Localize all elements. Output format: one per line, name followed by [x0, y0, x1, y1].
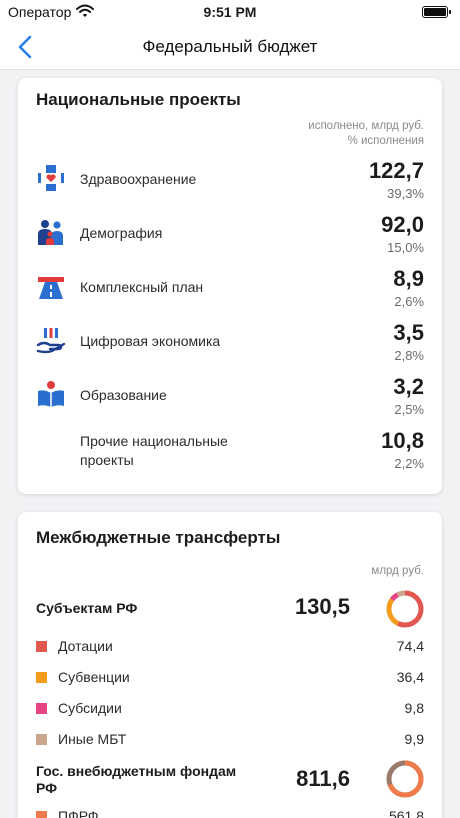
project-value: 92,0	[381, 212, 424, 237]
national-projects-card: Национальные проекты исполнено, млрд руб…	[18, 78, 442, 494]
project-value: 8,9	[393, 266, 424, 291]
project-row-education[interactable]: Образование 3,2 2,5%	[18, 374, 442, 428]
item-value: 36,4	[396, 669, 424, 685]
column-header-value: исполнено, млрд руб.	[308, 120, 424, 132]
item-value: 74,4	[396, 638, 424, 654]
group-name-line1: Гос. внебюджетным фондам	[36, 763, 237, 779]
project-percent: 2,8%	[394, 348, 424, 363]
transfer-item[interactable]: Иные МБТ 9,9	[18, 729, 442, 751]
item-label: ПФРФ	[58, 808, 99, 818]
group-name: Гос. внебюджетным фондам РФ	[36, 763, 246, 797]
project-percent: 39,3%	[387, 186, 424, 201]
project-value: 10,8	[381, 428, 424, 453]
item-value: 561,8	[388, 808, 424, 818]
clock: 9:51 PM	[203, 4, 257, 20]
healthcare-icon	[36, 163, 66, 193]
project-name: Образование	[80, 387, 167, 403]
project-value: 3,5	[393, 320, 424, 345]
project-name: Комплексный план	[80, 279, 204, 295]
digital-economy-icon	[36, 325, 66, 355]
item-label: Субсидии	[58, 700, 122, 716]
project-name-line2: проекты	[80, 452, 134, 468]
battery-icon	[422, 6, 451, 18]
navigation-bar: Федеральный бюджет	[0, 24, 460, 70]
project-percent: 2,6%	[394, 294, 424, 309]
project-value: 122,7	[368, 158, 424, 183]
card-title: Национальные проекты	[36, 90, 241, 109]
item-label: Дотации	[58, 638, 113, 654]
donut-chart	[386, 590, 424, 628]
transfer-item[interactable]: Дотации 74,4	[18, 636, 442, 658]
interbudget-transfers-card: Межбюджетные трансферты млрд руб. Субъек…	[18, 512, 442, 818]
color-swatch	[36, 734, 47, 745]
donut-chart	[386, 760, 424, 798]
project-percent: 2,5%	[394, 402, 424, 417]
project-row-demography[interactable]: Демография 92,0 15,0%	[18, 212, 442, 266]
group-value: 130,5	[294, 594, 350, 619]
project-row-other[interactable]: Прочие национальные проекты 10,8 2,2%	[18, 428, 442, 482]
project-name: Прочие национальные проекты	[80, 432, 280, 470]
transfer-item[interactable]: Субсидии 9,8	[18, 698, 442, 720]
group-name-line2: РФ	[36, 780, 58, 796]
road-icon	[36, 271, 66, 301]
demography-icon	[36, 217, 66, 247]
item-value: 9,8	[404, 700, 424, 716]
item-value: 9,9	[404, 731, 424, 747]
item-label: Иные МБТ	[58, 731, 127, 747]
project-name: Цифровая экономика	[80, 333, 221, 349]
education-icon	[36, 379, 66, 409]
project-value: 3,2	[393, 374, 424, 399]
item-label: Субвенции	[58, 669, 130, 685]
project-percent: 15,0%	[387, 240, 424, 255]
project-name-line1: Прочие национальные	[80, 433, 228, 449]
project-row-complex-plan[interactable]: Комплексный план 8,9 2,6%	[18, 266, 442, 320]
card-title: Межбюджетные трансферты	[36, 528, 281, 547]
transfer-item[interactable]: ПФРФ 561,8	[18, 806, 442, 818]
transfer-item[interactable]: Субвенции 36,4	[18, 667, 442, 689]
group-value: 811,6	[296, 766, 350, 791]
project-name: Демография	[80, 225, 163, 241]
status-bar: Оператор 9:51 PM	[0, 0, 460, 24]
transfer-group-funds[interactable]: Гос. внебюджетным фондам РФ 811,6	[18, 756, 442, 806]
page-title: Федеральный бюджет	[142, 37, 318, 56]
color-swatch	[36, 811, 47, 818]
color-swatch	[36, 672, 47, 683]
project-row-healthcare[interactable]: Здравоохранение 122,7 39,3%	[18, 158, 442, 212]
transfer-group-subjects[interactable]: Субъектам РФ 130,5	[18, 586, 442, 636]
unit-label: млрд руб.	[371, 565, 424, 577]
project-row-digital-economy[interactable]: Цифровая экономика 3,5 2,8%	[18, 320, 442, 374]
color-swatch	[36, 641, 47, 652]
color-swatch	[36, 703, 47, 714]
project-percent: 2,2%	[394, 456, 424, 471]
group-name: Субъектам РФ	[36, 600, 138, 616]
column-header: исполнено, млрд руб. % исполнения	[308, 119, 424, 149]
project-name: Здравоохранение	[80, 171, 197, 187]
column-header-percent: % исполнения	[347, 135, 424, 147]
